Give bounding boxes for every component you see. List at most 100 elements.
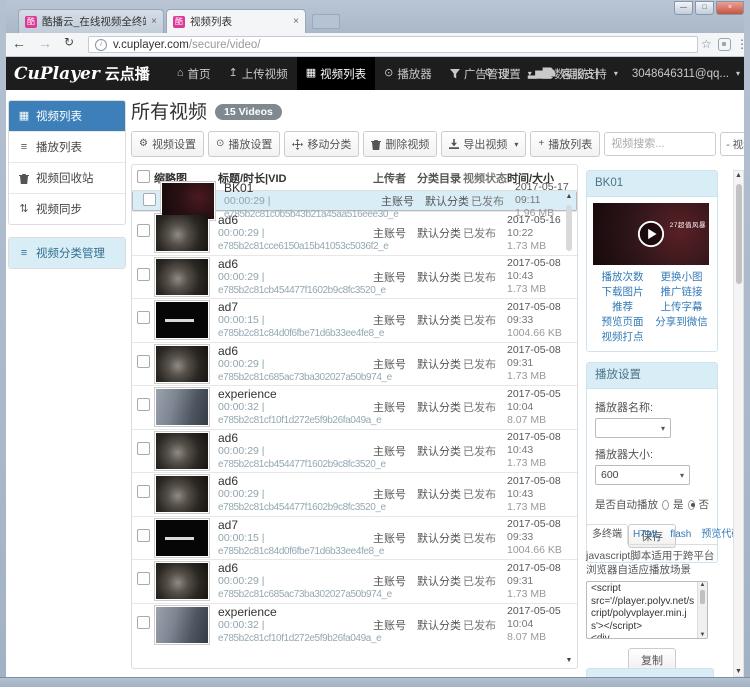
preview-link-5[interactable]: 推荐	[593, 300, 652, 315]
delete-video-button[interactable]: 删除视频	[363, 131, 437, 157]
tab-html[interactable]: HTML	[628, 525, 665, 544]
table-row[interactable]: ad700:00:15 |e785b2c81c84d0f6fbe71d6b33e…	[132, 298, 577, 342]
video-thumbnail[interactable]	[154, 605, 210, 645]
nav-item-player[interactable]: ⊙播放器	[375, 57, 441, 90]
nav-right-support[interactable]: 客服支持▾	[546, 57, 618, 90]
preview-link-7[interactable]: 预览页面	[593, 315, 652, 330]
table-row[interactable]: ad600:00:29 |e785b2c81c685ac73ba302027a5…	[132, 559, 577, 603]
row-checkbox[interactable]	[137, 268, 150, 281]
video-thumbnail[interactable]	[154, 300, 210, 340]
maximize-button[interactable]: □	[695, 1, 714, 15]
autoplay-yes-radio[interactable]	[662, 500, 669, 510]
player-size-select[interactable]: 600▾	[595, 465, 690, 485]
back-icon[interactable]: ←	[12, 35, 26, 51]
forward-icon[interactable]: →	[38, 35, 52, 51]
scroll-up-icon[interactable]: ▲	[563, 193, 575, 200]
nav-item-upload-video[interactable]: ↥上传视频	[219, 57, 296, 90]
preview-link-3[interactable]: 下载图片	[593, 285, 652, 300]
code-tabs: 多终端HTMLflash预览代码	[586, 524, 718, 545]
table-row[interactable]: ad600:00:29 |e785b2c81cce6150a15b41053c5…	[132, 211, 577, 255]
nav-right-settings[interactable]: ⚙设置▾	[484, 57, 532, 90]
scroll-up-icon[interactable]: ▲	[734, 172, 743, 179]
move-category-button[interactable]: 移动分类	[284, 131, 359, 157]
video-settings-button[interactable]: ⚙视频设置	[131, 131, 204, 157]
play-icon[interactable]	[637, 220, 665, 248]
extension-badge-icon[interactable]	[718, 38, 731, 51]
row-checkbox[interactable]	[137, 572, 150, 585]
scroll-down-icon[interactable]: ▼	[563, 657, 575, 664]
scroll-down-icon[interactable]: ▼	[734, 668, 743, 675]
play-settings-button[interactable]: ⊙播放设置	[208, 131, 280, 157]
row-checkbox[interactable]	[137, 442, 150, 455]
table-row[interactable]: ad600:00:29 |e785b2c81cb454477f1602b9c8f…	[132, 429, 577, 473]
row-checkbox[interactable]	[137, 311, 150, 324]
table-row[interactable]: ad600:00:29 |e785b2c81c685ac73ba302027a5…	[132, 342, 577, 386]
video-thumbnail[interactable]	[154, 257, 210, 297]
page-info-icon[interactable]: i	[95, 39, 107, 51]
close-button[interactable]: ×	[716, 1, 744, 15]
scrollbar-thumb[interactable]	[700, 590, 705, 604]
preview-link-9[interactable]: 视频打点	[593, 330, 652, 345]
preview-link-6[interactable]: 上传字幕	[652, 300, 711, 315]
sidebar-item-video-list[interactable]: ▦视频列表	[9, 101, 125, 131]
scroll-down-icon[interactable]: ▼	[698, 632, 707, 638]
tab-flash[interactable]: flash	[665, 525, 696, 544]
nav-right-account[interactable]: 3048646311@qq...▾	[632, 57, 740, 90]
row-checkbox[interactable]	[137, 224, 150, 237]
tab-multi-device[interactable]: 多终端	[586, 524, 628, 545]
sidebar-item-recycle-bin[interactable]: 视频回收站	[9, 162, 125, 193]
preview-link-2[interactable]: 更换小图	[652, 270, 711, 285]
select-all-checkbox[interactable]	[137, 170, 150, 183]
preview-link-8[interactable]: 分享到微信	[652, 315, 711, 330]
code-scrollbar[interactable]: ▲ ▼	[697, 582, 707, 638]
refresh-icon[interactable]: ↻	[64, 35, 74, 49]
minimize-button[interactable]: —	[674, 1, 693, 15]
row-checkbox[interactable]	[137, 616, 150, 629]
table-row[interactable]: ad600:00:29 |e785b2c81cb454477f1602b9c8f…	[132, 255, 577, 299]
preview-link-1[interactable]: 播放次数	[593, 270, 652, 285]
nav-item-video-list[interactable]: ▦视频列表	[297, 57, 375, 90]
sidebar-item-category-manage[interactable]: ≡视频分类管理	[9, 238, 125, 268]
app-logo[interactable]: CuPlayer云点播	[14, 63, 150, 84]
video-thumbnail[interactable]	[154, 431, 210, 471]
embed-code-box[interactable]: <script src='//player.polyv.net/script/p…	[586, 581, 708, 639]
tab-close-icon[interactable]: ×	[293, 16, 299, 27]
table-scrollbar[interactable]: ▲ ▼	[563, 193, 575, 664]
scrollbar-thumb[interactable]	[736, 184, 742, 284]
browser-tab-2[interactable]: 酷 视频列表 ×	[166, 9, 306, 33]
preview-link-4[interactable]: 推广链接	[652, 285, 711, 300]
video-thumbnail[interactable]	[154, 518, 210, 558]
bookmark-star-icon[interactable]: ☆	[701, 37, 712, 51]
export-video-button[interactable]: 导出视频▾	[441, 131, 526, 157]
browser-tab-1[interactable]: 酷 酷播云_在线视频全终端… ×	[18, 9, 164, 33]
new-tab-button[interactable]	[312, 14, 340, 29]
row-checkbox[interactable]	[137, 485, 150, 498]
video-preview[interactable]: 27超值风暴	[593, 203, 709, 265]
video-thumbnail[interactable]	[154, 387, 210, 427]
video-thumbnail[interactable]	[154, 474, 210, 514]
player-name-select[interactable]: ▾	[595, 418, 671, 438]
search-input[interactable]	[604, 132, 716, 156]
sidebar-item-playlist[interactable]: ≡播放列表	[9, 131, 125, 162]
table-row[interactable]: experience00:00:32 |e785b2c81cf10f1d272e…	[132, 603, 577, 647]
row-checkbox[interactable]	[137, 355, 150, 368]
scrollbar-thumb[interactable]	[566, 205, 572, 251]
tab-close-icon[interactable]: ×	[151, 16, 157, 27]
video-thumbnail[interactable]	[154, 213, 210, 253]
table-row[interactable]: experience00:00:32 |e785b2c81cf10f1d272e…	[132, 385, 577, 429]
table-row[interactable]: BK0100:00:29 |e785b2c81c0b5b43b21a45aa51…	[132, 191, 577, 211]
table-row[interactable]: ad700:00:15 |e785b2c81c84d0f6fbe71d6b33e…	[132, 516, 577, 560]
video-thumbnail[interactable]	[154, 344, 210, 384]
nav-item-home[interactable]: ⌂首页	[168, 57, 220, 90]
autoplay-no-radio[interactable]	[688, 500, 695, 510]
table-row[interactable]: ad600:00:29 |e785b2c81cb454477f1602b9c8f…	[132, 472, 577, 516]
sidebar-item-video-sync[interactable]: ⇅视频同步	[9, 193, 125, 224]
page-scrollbar[interactable]: ▲ ▼	[733, 170, 744, 677]
row-checkbox[interactable]	[143, 193, 156, 206]
playlist-add-button[interactable]: +播放列表	[530, 131, 600, 157]
row-checkbox[interactable]	[137, 529, 150, 542]
address-bar[interactable]: i v.cuplayer.com/secure/video/	[88, 36, 698, 53]
video-thumbnail[interactable]	[154, 561, 210, 601]
scroll-up-icon[interactable]: ▲	[698, 582, 707, 588]
row-checkbox[interactable]	[137, 398, 150, 411]
